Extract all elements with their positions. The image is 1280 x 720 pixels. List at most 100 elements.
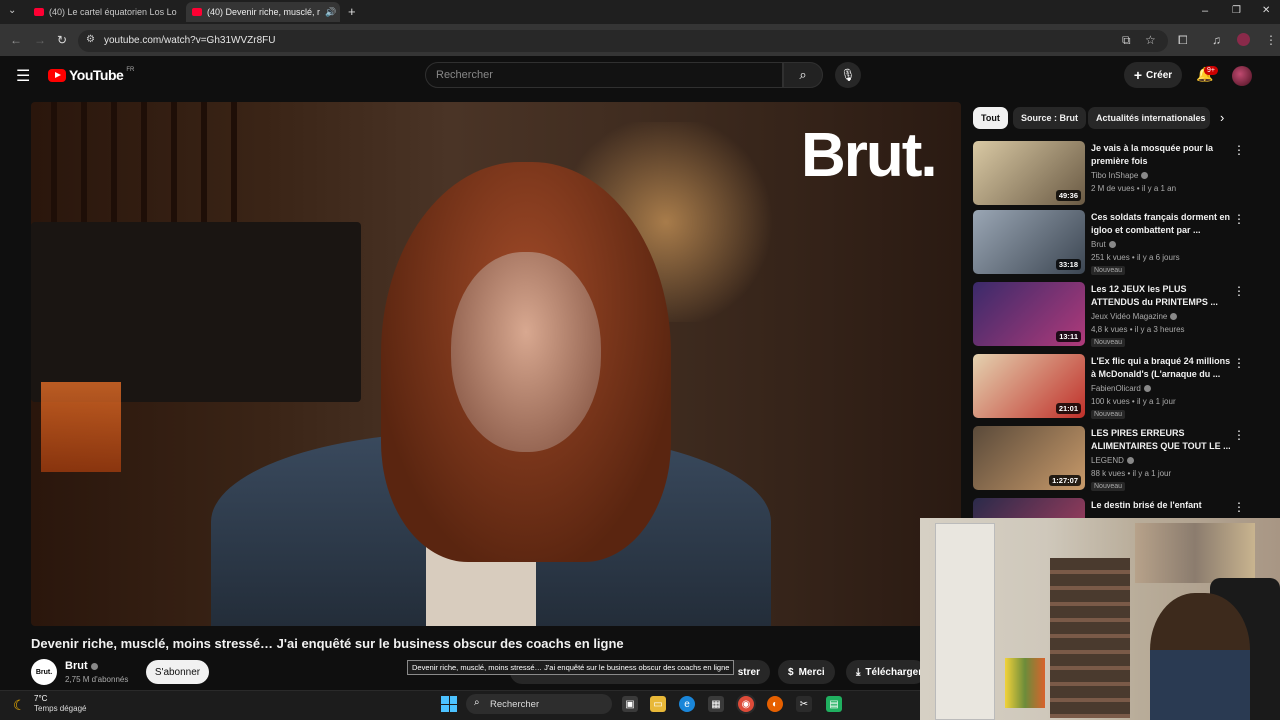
bookmark-star-icon[interactable]: ☆	[1145, 33, 1156, 47]
recommendation-title[interactable]: Les 12 JEUX les PLUS ATTENDUS du PRINTEM…	[1091, 283, 1231, 309]
verified-icon	[1108, 241, 1116, 248]
recommendation-card[interactable]: 1:27:07 LES PIRES ERREURS ALIMENTAIRES QU…	[973, 426, 1253, 494]
recommendation-channel[interactable]: Brut	[1091, 240, 1116, 249]
task-view-icon[interactable]: ▣	[622, 696, 638, 712]
more-options-icon[interactable]: ⋮	[1233, 356, 1245, 370]
edge-browser-icon[interactable]: e	[679, 696, 695, 712]
forward-icon[interactable]: →	[34, 33, 46, 47]
install-app-icon[interactable]: ⧉	[1122, 33, 1131, 48]
file-explorer-icon[interactable]: ▭	[650, 696, 666, 712]
more-options-icon[interactable]: ⋮	[1233, 500, 1245, 514]
voice-search-button[interactable]: 🎙	[835, 62, 861, 88]
channel-name-text: Brut	[65, 660, 88, 672]
weather-description[interactable]: Temps dégagé	[34, 704, 86, 713]
video-player[interactable]: Brut.	[31, 102, 961, 626]
chip-label: Source : Brut	[1021, 113, 1079, 123]
plus-icon: +	[1133, 67, 1143, 83]
recommendation-channel[interactable]: Tibo InShape	[1091, 171, 1149, 180]
youtube-logo[interactable]: YouTube FR	[48, 67, 134, 83]
download-button[interactable]: ⤓ Télécharger	[846, 660, 926, 684]
restore-icon[interactable]: ❐	[1232, 5, 1241, 16]
account-avatar[interactable]	[1232, 66, 1252, 86]
chip-international-news[interactable]: Actualités internationales	[1088, 107, 1210, 129]
youtube-logo-text: YouTube	[69, 67, 124, 83]
green-app-icon[interactable]: ▤	[826, 696, 842, 712]
video-duration: 13:11	[1056, 331, 1081, 342]
streamer	[1150, 593, 1250, 720]
recommendation-title[interactable]: L'Ex flic qui a braqué 24 millions à McD…	[1091, 355, 1231, 381]
create-button[interactable]: + Créer	[1124, 62, 1182, 88]
microphone-icon: 🎙	[840, 68, 856, 82]
video-thumbnail[interactable]: 21:01	[973, 354, 1085, 418]
temperature[interactable]: 7°C	[34, 694, 47, 703]
title-tooltip: Devenir riche, musclé, moins stressé… J'…	[407, 660, 735, 675]
minimize-icon[interactable]: –	[1202, 5, 1208, 17]
site-info-icon[interactable]: ⚙	[86, 34, 95, 45]
recommendation-channel[interactable]: Jeux Vidéo Magazine	[1091, 312, 1178, 321]
recommendation-card[interactable]: 13:11 Les 12 JEUX les PLUS ATTENDUS du PR…	[973, 282, 1253, 350]
video-thumbnail[interactable]: 1:27:07	[973, 426, 1085, 490]
tab-label: (40) Devenir riche, musclé, r	[207, 7, 321, 17]
youtube-play-icon	[48, 68, 66, 82]
profile-avatar[interactable]	[1237, 33, 1250, 46]
search-button[interactable]: ⌕	[783, 62, 823, 88]
region-code: FR	[126, 67, 135, 73]
recommendation-channel[interactable]: FabienOlicard	[1091, 384, 1151, 393]
recommendation-channel[interactable]: LEGEND	[1091, 456, 1134, 465]
capcut-icon[interactable]: ✂	[796, 696, 812, 712]
verified-icon	[90, 663, 98, 670]
browser-menu-icon[interactable]: ⋮	[1265, 33, 1277, 47]
back-icon[interactable]: ←	[10, 33, 22, 47]
new-badge: Nouveau	[1091, 338, 1126, 347]
tab-list-chevron-icon[interactable]: ⌄	[8, 5, 16, 16]
tab-label: (40) Le cartel équatorien Los Lo	[49, 7, 177, 17]
new-tab-icon[interactable]: +	[348, 4, 356, 19]
new-badge: Nouveau	[1091, 266, 1126, 275]
extensions-icon[interactable]: ⧠	[1178, 33, 1188, 48]
media-controls-icon[interactable]: ♫	[1212, 33, 1221, 47]
thanks-button[interactable]: $ Merci	[778, 660, 835, 684]
chrome-browser-icon[interactable]: ◉	[738, 696, 754, 712]
video-thumbnail[interactable]: 49:36	[973, 141, 1085, 205]
recommendation-title[interactable]: Ces soldats français dorment en igloo et…	[1091, 211, 1231, 237]
close-window-icon[interactable]: ✕	[1262, 5, 1270, 16]
video-duration: 49:36	[1055, 190, 1081, 201]
more-options-icon[interactable]: ⋮	[1233, 212, 1245, 226]
new-badge: Nouveau	[1091, 410, 1126, 419]
windows-start-icon[interactable]	[441, 696, 457, 712]
video-thumbnail[interactable]: 33:18	[973, 210, 1085, 274]
hamburger-menu-icon[interactable]: ☰	[16, 66, 30, 86]
channel-name[interactable]: Brut	[65, 660, 98, 672]
more-options-icon[interactable]: ⋮	[1233, 428, 1245, 442]
channel-avatar-text: Brut.	[35, 668, 53, 676]
channel-text: Tibo InShape	[1091, 171, 1139, 180]
store-icon[interactable]: ▦	[708, 696, 724, 712]
recommendation-card[interactable]: 49:36 Je vais à la mosquée pour la premiè…	[973, 141, 1253, 209]
browser-tab-2[interactable]: (40) Devenir riche, musclé, r 🔊 ✕	[186, 2, 340, 22]
video-thumbnail[interactable]: 13:11	[973, 282, 1085, 346]
channel-text: Jeux Vidéo Magazine	[1091, 312, 1168, 321]
thanks-icon: $	[788, 666, 794, 678]
recommendation-card[interactable]: 33:18 Ces soldats français dorment en igl…	[973, 210, 1253, 278]
recommendation-meta: 2 M de vues • il y a 1 an	[1091, 184, 1177, 193]
firefox-icon[interactable]: ◐	[767, 696, 783, 712]
search-input[interactable]: Rechercher	[425, 62, 783, 88]
browser-tab-1[interactable]: (40) Le cartel équatorien Los Lo ✕	[28, 2, 180, 22]
taskbar-search[interactable]: Rechercher	[466, 694, 612, 714]
recommendation-card[interactable]: 21:01 L'Ex flic qui a braqué 24 millions …	[973, 354, 1253, 422]
chevron-right-icon[interactable]: ›	[1220, 110, 1224, 125]
recommendation-title[interactable]: Je vais à la mosquée pour la première fo…	[1091, 142, 1231, 168]
more-options-icon[interactable]: ⋮	[1233, 143, 1245, 157]
recommendation-title[interactable]: Le destin brisé de l'enfant	[1091, 499, 1231, 512]
reload-icon[interactable]: ↻	[57, 33, 67, 47]
subscribe-button[interactable]: S'abonner	[146, 660, 209, 684]
recommendation-title[interactable]: LES PIRES ERREURS ALIMENTAIRES QUE TOUT …	[1091, 427, 1231, 453]
channel-avatar[interactable]: Brut.	[31, 659, 57, 685]
moon-weather-icon[interactable]: ☾	[13, 697, 26, 714]
chip-source-brut[interactable]: Source : Brut	[1013, 107, 1087, 129]
chip-all[interactable]: Tout	[973, 107, 1008, 129]
more-options-icon[interactable]: ⋮	[1233, 284, 1245, 298]
audio-playing-icon[interactable]: 🔊	[325, 7, 336, 18]
youtube-favicon-icon	[34, 8, 44, 16]
url-text[interactable]: youtube.com/watch?v=Gh31WVZr8FU	[104, 35, 275, 46]
